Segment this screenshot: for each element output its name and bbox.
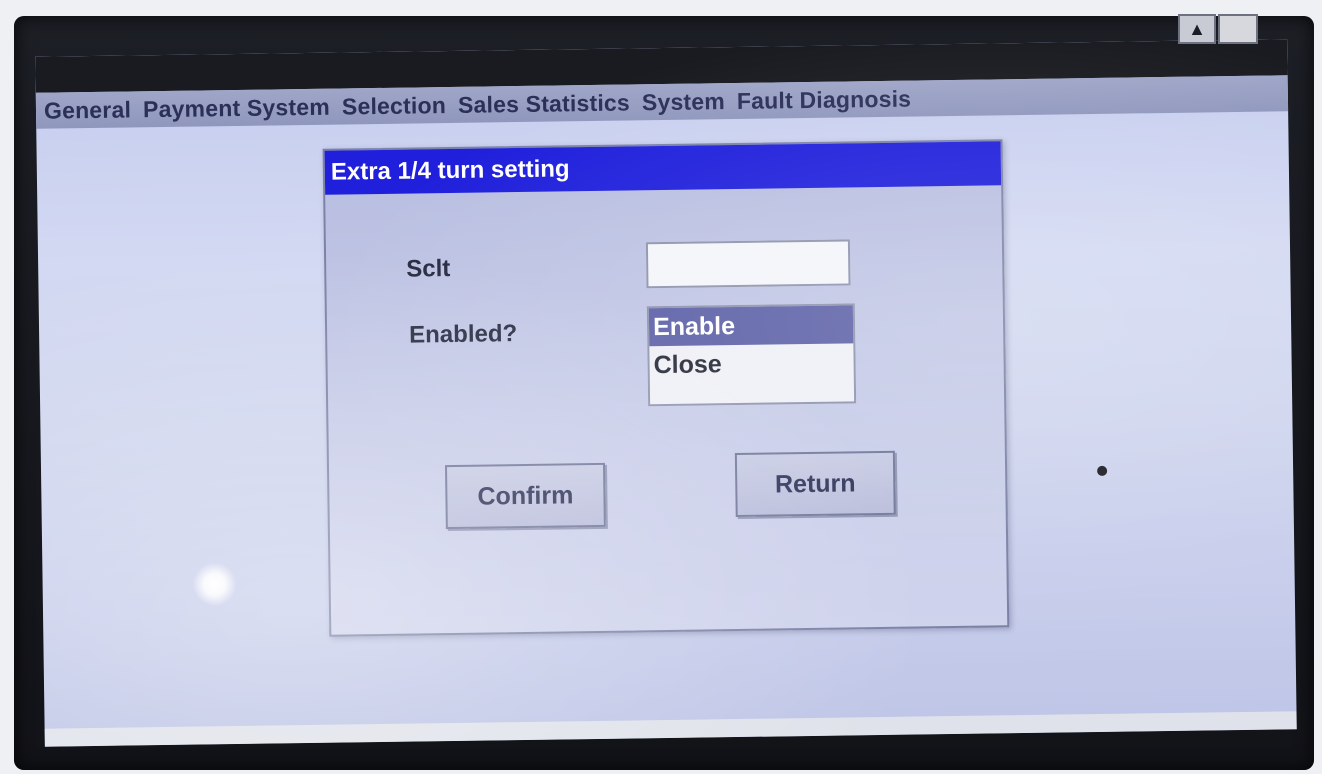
extra-quarter-turn-dialog: Extra 1/4 turn setting Sclt Enabled? Ena… [322, 139, 1010, 637]
menu-item-payment-system[interactable]: Payment System [143, 93, 330, 123]
dialog-title: Extra 1/4 turn setting [324, 141, 1002, 195]
menu-item-general[interactable]: General [44, 96, 131, 124]
sclt-label: Sclt [406, 255, 451, 283]
menu-item-sales-statistics[interactable]: Sales Statistics [458, 89, 630, 118]
menu-item-fault-diagnosis[interactable]: Fault Diagnosis [737, 85, 912, 114]
confirm-button[interactable]: Confirm [444, 462, 606, 530]
option-enable[interactable]: Enable [648, 305, 854, 347]
arrow-up-icon: ▲ [1188, 18, 1206, 39]
photo-frame: General Payment System Selection Sales S… [0, 0, 1322, 774]
scrollbar-track[interactable] [1218, 14, 1258, 44]
menu-item-selection[interactable]: Selection [342, 92, 446, 120]
menu-item-system[interactable]: System [642, 88, 725, 116]
cursor-dot [1097, 465, 1108, 476]
sclt-input[interactable] [645, 239, 851, 289]
scroll-up-button[interactable]: ▲ [1178, 14, 1216, 44]
screen-glare [192, 562, 237, 607]
return-button[interactable]: Return [734, 450, 896, 518]
enabled-listbox[interactable]: Enable Close [646, 303, 857, 407]
enabled-label: Enabled? [408, 320, 518, 349]
option-close[interactable]: Close [649, 343, 854, 384]
screen: General Payment System Selection Sales S… [35, 39, 1297, 747]
